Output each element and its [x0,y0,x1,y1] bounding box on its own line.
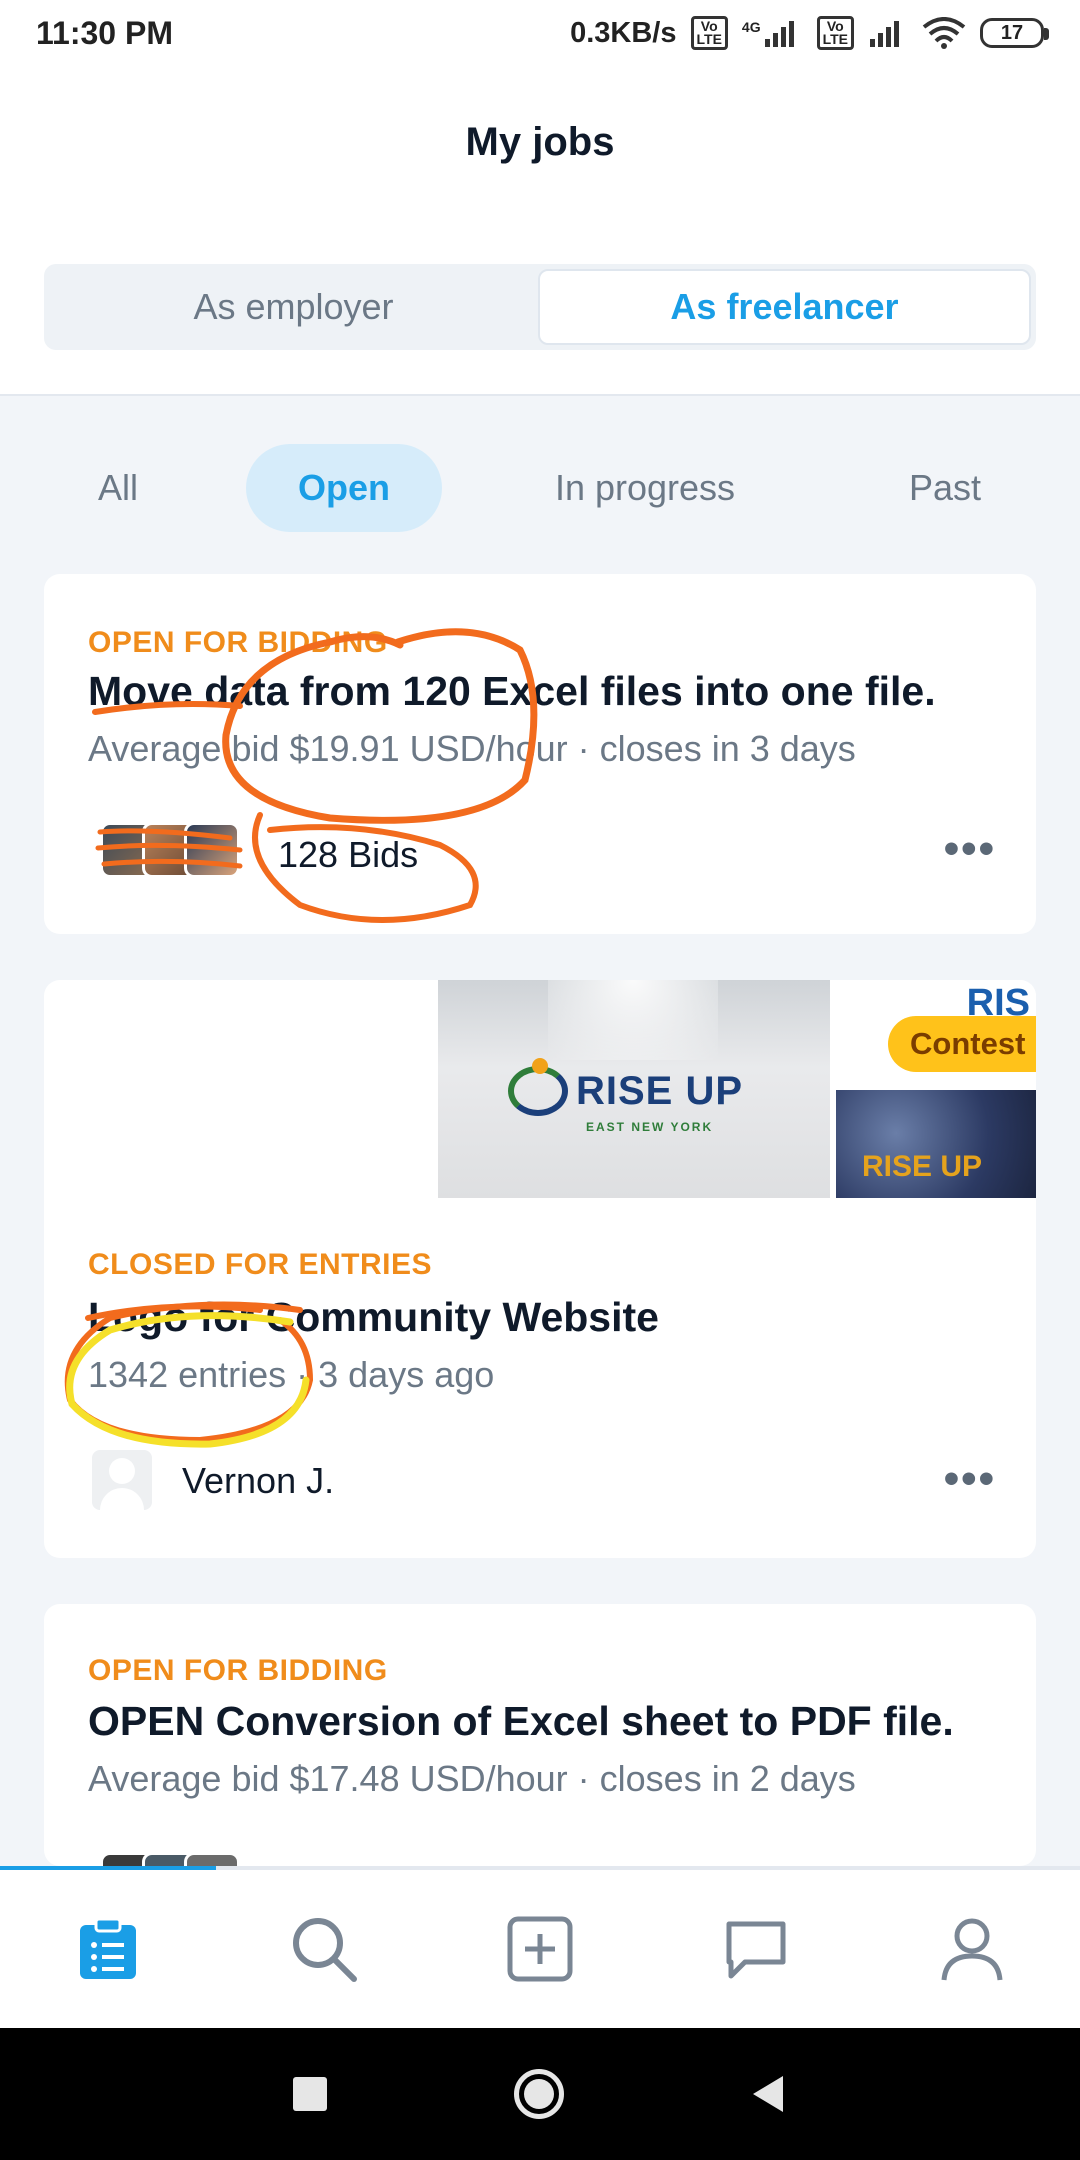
avatar [92,1450,152,1510]
job-title: Move data from 120 Excel files into one … [88,668,936,714]
network-type: 4G [741,19,761,35]
header: My jobs As employer As freelancer [0,66,1080,396]
signal-icon-2 [870,21,899,47]
job-card[interactable]: OPEN FOR BIDDING OPEN Conversion of Exce… [44,1604,1036,1866]
battery-level: 17 [1000,21,1024,44]
volte-icon-2: Vo LTE [816,16,854,50]
recent-apps-button[interactable] [293,2077,328,2111]
job-status: CLOSED FOR ENTRIES [88,1248,433,1281]
logo-subtext: EAST NEW YORK [586,1120,714,1134]
more-options-icon[interactable]: ••• [944,1454,996,1504]
job-status: OPEN FOR BIDDING [88,1654,388,1687]
job-title: Logo for Community Website [88,1294,659,1340]
segment-as-freelancer[interactable]: As freelancer [538,269,1031,345]
spotlight [548,980,718,1060]
rise-up-logo: RISE UP [508,1058,744,1116]
filter-tabs: All Open In progress Past [0,440,1080,536]
tab-past[interactable]: Past [880,444,1010,532]
more-options-icon[interactable]: ••• [944,824,996,874]
bidder-avatars [100,822,240,878]
tab-in-progress[interactable]: In progress [530,444,760,532]
job-meta: 1342 entries · 3 days ago [88,1354,495,1395]
home-button-dot [523,2079,554,2109]
nav-my-jobs[interactable] [0,1870,216,2028]
nav-search[interactable] [216,1870,432,2028]
logo-mark-icon [508,1058,568,1116]
role-segmented-control: As employer As freelancer [44,264,1036,350]
bottom-navigation [0,1870,1080,2028]
contest-entry-image[interactable]: RISE UP EAST NEW YORK [438,980,830,1198]
signal-icon: 4G [742,19,803,47]
nav-profile[interactable] [864,1870,1080,2028]
chat-icon [726,1921,786,1979]
job-card[interactable]: OPEN FOR BIDDING Move data from 120 Exce… [44,574,1036,934]
bid-count: 128 Bids [278,834,419,875]
avatar [184,1852,240,1866]
page-title: My jobs [465,120,615,164]
status-bar: 11:30 PM 0.3KB/s Vo LTE 4G Vo LTE 17 [0,0,1080,66]
back-button[interactable] [751,2074,787,2114]
status-indicators: 0.3KB/s Vo LTE 4G Vo LTE 17 [570,16,1049,50]
home-button[interactable] [513,2069,564,2119]
job-card[interactable]: RISE UP EAST NEW YORK RIS RISE UP Contes… [44,980,1036,1558]
search-icon [293,1918,357,1982]
job-meta: Average bid $19.91 USD/hour · closes in … [88,728,856,769]
volte-icon: Vo LTE [690,16,728,50]
system-navigation-bar [0,2028,1080,2160]
tab-open[interactable]: Open [246,444,442,532]
segment-as-employer[interactable]: As employer [49,269,538,345]
logo-text: RISE UP [576,1068,744,1113]
employer-name: Vernon J. [182,1460,335,1501]
tab-all[interactable]: All [70,444,166,532]
nav-messages[interactable] [648,1870,864,2028]
battery-icon: 17 [980,18,1049,48]
nav-post-project[interactable] [432,1870,648,2028]
add-icon [507,1916,573,1982]
avatar [184,822,240,878]
thumbnail-text: RISE UP [862,1150,983,1183]
contest-badge: Contest [888,1016,1036,1072]
job-meta: Average bid $17.48 USD/hour · closes in … [88,1758,856,1799]
status-time: 11:30 PM [36,14,173,51]
clipboard-icon [80,1917,136,1979]
bidder-avatars [100,1852,240,1866]
profile-icon [941,1918,1003,1981]
contest-entry-thumbnail[interactable]: RISE UP [836,1090,1036,1198]
job-title: OPEN Conversion of Excel sheet to PDF fi… [88,1698,954,1744]
job-status: OPEN FOR BIDDING [88,626,388,659]
net-speed: 0.3KB/s [570,16,677,49]
wifi-icon [922,17,966,49]
